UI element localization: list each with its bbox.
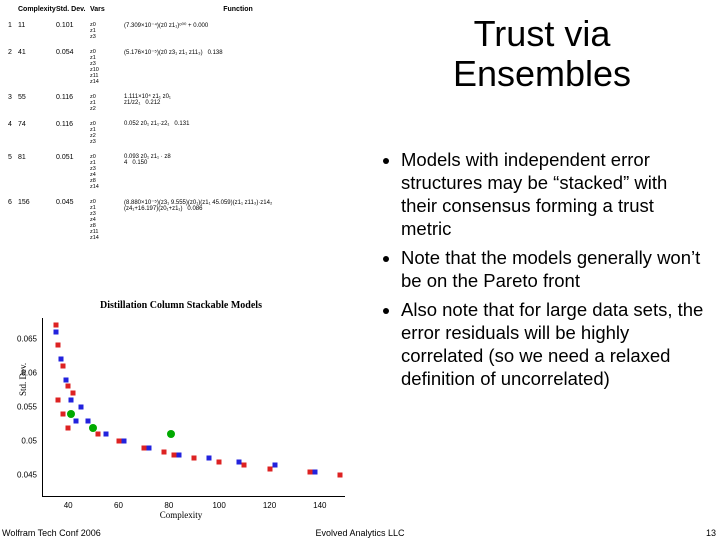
data-point bbox=[146, 446, 151, 451]
data-point bbox=[58, 357, 63, 362]
col-complexity: Complexity bbox=[18, 6, 56, 13]
data-point bbox=[53, 329, 58, 334]
data-point bbox=[73, 418, 78, 423]
x-tick: 100 bbox=[212, 501, 225, 510]
data-point bbox=[103, 432, 108, 437]
bullet-list: Models with independent error structures… bbox=[383, 148, 708, 396]
table-row: 4740.116z0z1z2z30.052 z0₁ z1₁·z2₁ 0.131 bbox=[8, 121, 358, 145]
table-row: 3550.116z0z1z21.111×10⁴ z1₁ z0₁z1/z2₁ 0.… bbox=[8, 94, 358, 112]
table-row: 2410.054z0z1z3z10z11z14(5.176×10⁻⁵)(z0 z… bbox=[8, 49, 358, 85]
scatter-chart: Distillation Column Stackable Models Std… bbox=[6, 300, 356, 520]
footer-center: Evolved Analytics LLC bbox=[0, 528, 720, 538]
data-point bbox=[66, 425, 71, 430]
plot-area: 0.0450.050.0550.060.065406080100120140 bbox=[42, 318, 345, 497]
y-tick: 0.065 bbox=[17, 334, 37, 343]
data-point bbox=[161, 449, 166, 454]
data-point bbox=[89, 424, 97, 432]
chart-title: Distillation Column Stackable Models bbox=[6, 300, 356, 311]
data-point bbox=[167, 430, 175, 438]
data-point bbox=[67, 410, 75, 418]
data-point bbox=[63, 377, 68, 382]
bullet-item: Also note that for large data sets, the … bbox=[401, 298, 708, 390]
data-point bbox=[53, 322, 58, 327]
data-point bbox=[312, 470, 317, 475]
x-tick: 120 bbox=[263, 501, 276, 510]
table-row: 5810.051z0z1z3z4z8z140.093 z0₁ z1₁ · z84… bbox=[8, 154, 358, 190]
y-tick: 0.05 bbox=[21, 437, 37, 446]
data-point bbox=[86, 418, 91, 423]
x-tick: 140 bbox=[313, 501, 326, 510]
y-tick: 0.045 bbox=[17, 471, 37, 480]
data-point bbox=[192, 456, 197, 461]
data-point bbox=[61, 363, 66, 368]
data-point bbox=[96, 432, 101, 437]
data-point bbox=[78, 405, 83, 410]
footer-right: 13 bbox=[706, 528, 716, 538]
data-point bbox=[68, 398, 73, 403]
data-point bbox=[217, 459, 222, 464]
y-tick: 0.055 bbox=[17, 403, 37, 412]
x-axis-label: Complexity bbox=[6, 510, 356, 520]
col-vars: Vars bbox=[90, 6, 118, 13]
data-point bbox=[56, 343, 61, 348]
model-table: Complexity Std. Dev. Vars Function 1110.… bbox=[8, 6, 358, 241]
table-row: 1110.101z0z1z3(7.309×10⁻⁴)(z0 z1₁)ᵒ⁰⁰ + … bbox=[8, 22, 358, 40]
x-tick: 60 bbox=[114, 501, 123, 510]
data-point bbox=[207, 456, 212, 461]
y-tick: 0.06 bbox=[21, 368, 37, 377]
data-point bbox=[176, 452, 181, 457]
data-point bbox=[71, 391, 76, 396]
bullet-item: Note that the models generally won’t be … bbox=[401, 246, 708, 292]
slide-title: Trust via Ensembles bbox=[392, 14, 692, 94]
data-point bbox=[66, 384, 71, 389]
x-tick: 80 bbox=[164, 501, 173, 510]
data-point bbox=[56, 398, 61, 403]
col-stddev: Std. Dev. bbox=[56, 6, 90, 13]
col-function: Function bbox=[118, 6, 358, 13]
table-row: 61560.045z0z1z3z4z8z11z14(8.880×10⁻⁵)(z3… bbox=[8, 199, 358, 241]
x-tick: 40 bbox=[64, 501, 73, 510]
data-point bbox=[242, 463, 247, 468]
data-point bbox=[61, 411, 66, 416]
data-point bbox=[272, 463, 277, 468]
data-point bbox=[237, 459, 242, 464]
bullet-item: Models with independent error structures… bbox=[401, 148, 708, 240]
data-point bbox=[337, 473, 342, 478]
data-point bbox=[121, 439, 126, 444]
